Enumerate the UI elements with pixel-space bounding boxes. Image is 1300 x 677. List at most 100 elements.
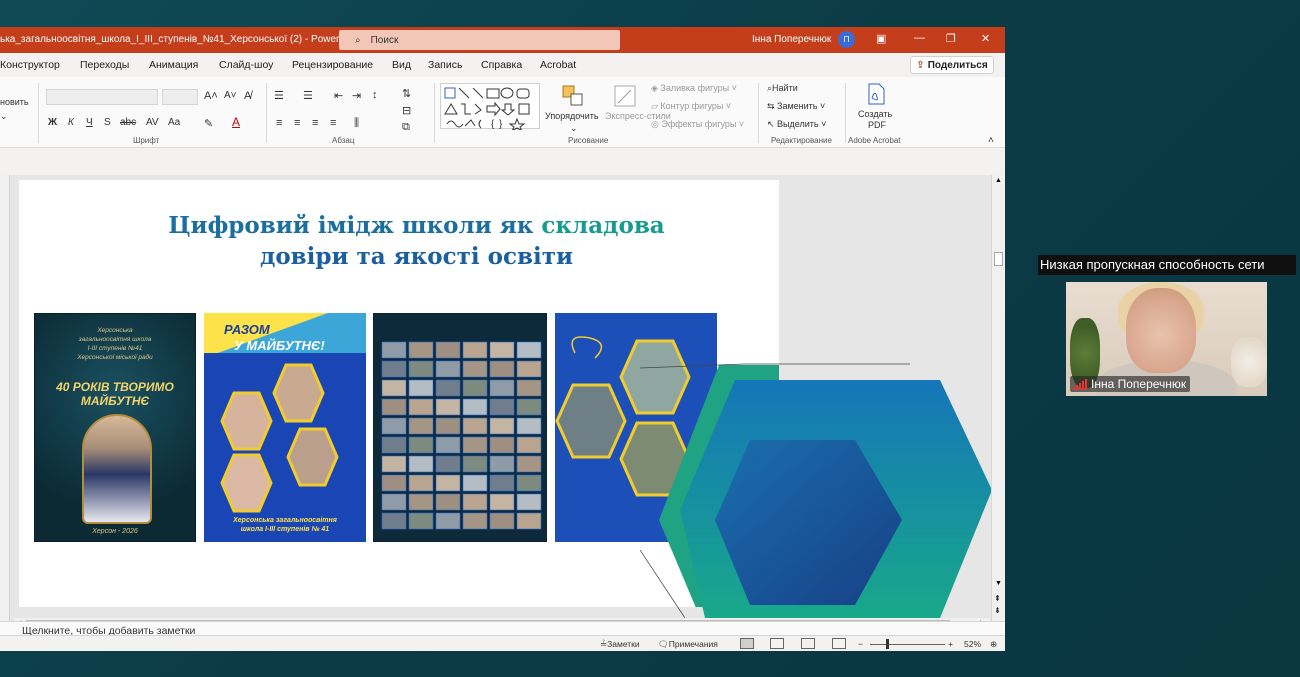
shape-fill-button[interactable]: ◈ Заливка фигуры ˅ — [651, 83, 737, 94]
tab-acrobat[interactable]: Acrobat — [540, 59, 576, 71]
search-box[interactable]: ⌕ Поиск — [339, 30, 620, 50]
avatar[interactable]: П — [838, 31, 855, 48]
create-pdf-label-2[interactable]: PDF — [868, 120, 886, 130]
collage-tile — [435, 493, 461, 511]
share-button[interactable]: ⇪ Поделиться — [910, 56, 994, 74]
italic-icon[interactable]: К — [68, 117, 74, 128]
slideshow-view-icon[interactable] — [832, 638, 846, 649]
zoom-in-icon[interactable]: + — [948, 639, 953, 649]
tab-slideshow[interactable]: Слайд-шоу — [219, 59, 273, 71]
outline-icon: ▱ — [651, 101, 661, 111]
replace-button[interactable]: ⇆ Заменить ˅ — [767, 101, 825, 112]
tab-design[interactable]: Конструктор — [0, 59, 60, 71]
shrink-font-icon[interactable]: A˅ — [224, 90, 237, 101]
font-name-box[interactable] — [46, 89, 158, 105]
scroll-up-icon[interactable]: ▲ — [995, 177, 1002, 184]
collage-tile — [516, 360, 542, 378]
poster-together[interactable]: РАЗОМ У МАЙБУТНЄ! Херсонська загальноосв… — [204, 313, 366, 542]
zoom-slider-knob[interactable] — [886, 639, 889, 649]
comments-toggle[interactable]: 🗨Примечания — [658, 639, 718, 650]
poster-collage[interactable] — [373, 313, 547, 542]
poster-anniversary[interactable]: Херсонська загальноосвітня школа І-ІІІ с… — [34, 313, 196, 542]
collage-tile — [462, 512, 488, 530]
numbering-icon[interactable]: ☰ — [303, 89, 313, 102]
indent-icon[interactable]: ⇥ — [352, 89, 361, 102]
poster1-line4: Херсонської міської ради — [77, 354, 153, 361]
minimize-button[interactable]: — — [914, 32, 925, 44]
chevron-down-icon[interactable]: ⌄ — [0, 111, 8, 122]
grow-font-icon[interactable]: A˄ — [204, 90, 218, 102]
tab-record[interactable]: Запись — [428, 59, 462, 71]
highlight-icon[interactable]: ✎ — [204, 117, 213, 130]
select-label: Выделить — [777, 119, 819, 129]
collage-tile — [408, 398, 434, 416]
outdent-icon[interactable]: ⇤ — [334, 89, 343, 102]
replace-label: Заменить — [777, 101, 818, 111]
tab-animation[interactable]: Анимация — [149, 59, 198, 71]
editing-group-label: Редактирование — [771, 136, 832, 145]
fit-slide-icon[interactable]: ⊕ — [990, 639, 997, 650]
strikethrough-icon[interactable]: аbc — [120, 117, 136, 128]
arrange-label[interactable]: Упорядочить — [545, 111, 599, 121]
collage-tile — [408, 341, 434, 359]
comment-icon: 🗨 — [658, 639, 669, 649]
clipboard-partial-label[interactable]: новить — [0, 97, 29, 107]
underline-icon[interactable]: Ч — [86, 117, 93, 128]
select-button[interactable]: ↖ Выделить ˅ — [767, 119, 826, 130]
tab-transitions[interactable]: Переходы — [80, 59, 129, 71]
align-right-icon[interactable]: ≡ — [312, 117, 318, 129]
collage-tile — [489, 398, 515, 416]
chevron-down-icon[interactable]: ⌄ — [570, 123, 578, 134]
notes-toggle-label: Заметки — [607, 639, 640, 649]
ribbon-display-icon[interactable]: ▣ — [876, 32, 886, 45]
zoom-level[interactable]: 52% — [964, 639, 981, 649]
line-spacing-icon[interactable]: ↕ — [372, 89, 378, 101]
participant-video-tile[interactable]: Інна Поперечнюк — [1066, 282, 1267, 396]
tab-view[interactable]: Вид — [392, 59, 411, 71]
zoom-out-icon[interactable]: − — [858, 639, 863, 649]
close-button[interactable]: ✕ — [981, 32, 990, 45]
find-button[interactable]: ⌕Найти — [767, 83, 798, 94]
slide-sorter-icon[interactable] — [770, 638, 784, 649]
case-icon[interactable]: Aa — [168, 117, 180, 128]
shape-outline-button[interactable]: ▱ Контур фигуры ˅ — [651, 101, 731, 112]
slide-title[interactable]: Цифровий імідж школи як складова довіри … — [79, 210, 754, 272]
collapse-ribbon-icon[interactable]: ˄ — [988, 135, 994, 146]
arrange-icon[interactable] — [562, 85, 584, 107]
tab-help[interactable]: Справка — [481, 59, 522, 71]
vertical-scrollbar[interactable]: ▲ ▼ ⇞ ⇟ — [991, 175, 1005, 621]
align-center-icon[interactable]: ≡ — [294, 117, 300, 129]
express-styles-icon[interactable] — [614, 85, 636, 107]
restore-button[interactable]: ❐ — [946, 32, 956, 45]
columns-icon[interactable]: ⫼ — [354, 117, 359, 130]
bold-icon[interactable]: Ж — [48, 117, 57, 128]
shadow-icon[interactable]: S — [104, 117, 111, 128]
spacing-icon[interactable]: AV — [146, 117, 159, 128]
shapes-gallery[interactable]: { } — [440, 83, 540, 133]
thumbnail-pane-edge[interactable] — [0, 175, 10, 621]
user-name[interactable]: Інна Поперечнюк — [752, 34, 831, 45]
shape-effects-button[interactable]: ◎ Эффекты фигуры ˅ — [651, 119, 744, 130]
tab-review[interactable]: Рецензирование — [292, 59, 373, 71]
smartart-icon[interactable]: ⧉ — [402, 121, 410, 134]
text-direction-icon[interactable]: ⇅ — [402, 87, 411, 100]
align-left-icon[interactable]: ≡ — [276, 117, 282, 129]
scroll-down-icon[interactable]: ▼ — [995, 580, 1002, 587]
vertical-scroll-thumb[interactable] — [994, 252, 1003, 266]
zoom-slider[interactable] — [870, 644, 945, 645]
shape-outline-label: Контур фигуры — [660, 101, 724, 111]
prev-slide-icon[interactable]: ⇞ — [994, 594, 1001, 603]
align-text-icon[interactable]: ⊟ — [402, 104, 411, 117]
font-color-icon[interactable]: A — [232, 115, 240, 129]
clear-format-icon[interactable]: A̸ — [244, 90, 251, 102]
normal-view-icon[interactable] — [740, 638, 754, 649]
justify-icon[interactable]: ≡ — [330, 117, 336, 129]
collage-tile — [408, 512, 434, 530]
bullets-icon[interactable]: ☰ — [274, 89, 284, 102]
next-slide-icon[interactable]: ⇟ — [994, 606, 1001, 615]
reading-view-icon[interactable] — [801, 638, 815, 649]
notes-toggle[interactable]: ≟Заметки — [600, 639, 640, 650]
pdf-icon[interactable] — [865, 83, 887, 105]
font-size-box[interactable] — [162, 89, 198, 105]
create-pdf-label-1[interactable]: Создать — [858, 109, 892, 119]
